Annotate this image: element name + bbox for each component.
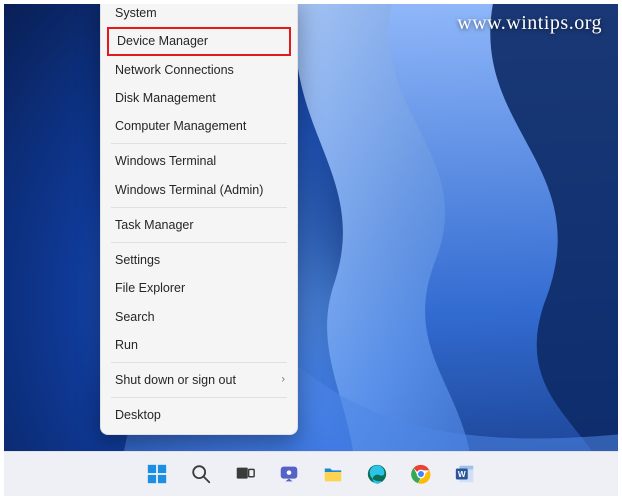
menu-item-settings[interactable]: Settings bbox=[101, 246, 297, 274]
menu-item-label: Shut down or sign out bbox=[115, 373, 236, 387]
chevron-right-icon: › bbox=[281, 373, 285, 387]
svg-text:W: W bbox=[458, 470, 466, 479]
menu-item-windows-terminal-admin[interactable]: Windows Terminal (Admin) bbox=[101, 176, 297, 204]
menu-item-run[interactable]: Run bbox=[101, 331, 297, 359]
menu-item-network-connections[interactable]: Network Connections bbox=[101, 56, 297, 84]
taskview-button[interactable] bbox=[228, 457, 262, 491]
edge-icon bbox=[366, 463, 388, 485]
watermark-text: www.wintips.org bbox=[457, 12, 602, 35]
menu-separator bbox=[111, 397, 287, 398]
file-explorer-button[interactable] bbox=[316, 457, 350, 491]
chrome-button[interactable] bbox=[404, 457, 438, 491]
menu-item-disk-management[interactable]: Disk Management bbox=[101, 84, 297, 112]
search-button[interactable] bbox=[184, 457, 218, 491]
menu-item-task-manager[interactable]: Task Manager bbox=[101, 211, 297, 239]
menu-separator bbox=[111, 207, 287, 208]
search-icon bbox=[190, 463, 212, 485]
start-button[interactable] bbox=[140, 457, 174, 491]
chrome-icon bbox=[410, 463, 432, 485]
menu-separator bbox=[111, 362, 287, 363]
taskview-icon bbox=[234, 463, 256, 485]
chat-icon bbox=[278, 463, 300, 485]
menu-item-desktop[interactable]: Desktop bbox=[101, 401, 297, 429]
word-button[interactable]: W bbox=[448, 457, 482, 491]
menu-separator bbox=[111, 143, 287, 144]
chat-button[interactable] bbox=[272, 457, 306, 491]
menu-item-computer-management[interactable]: Computer Management bbox=[101, 112, 297, 140]
menu-item-windows-terminal[interactable]: Windows Terminal bbox=[101, 147, 297, 175]
menu-item-device-manager[interactable]: Device Manager bbox=[107, 27, 291, 55]
taskbar: W bbox=[4, 451, 618, 496]
windows-icon bbox=[146, 463, 168, 485]
winx-context-menu[interactable]: System Device Manager Network Connection… bbox=[100, 4, 298, 435]
menu-item-file-explorer[interactable]: File Explorer bbox=[101, 274, 297, 302]
edge-button[interactable] bbox=[360, 457, 394, 491]
menu-separator bbox=[111, 242, 287, 243]
menu-item-shutdown[interactable]: Shut down or sign out › bbox=[101, 366, 297, 394]
folder-icon bbox=[322, 463, 344, 485]
menu-item-search[interactable]: Search bbox=[101, 303, 297, 331]
word-icon: W bbox=[454, 463, 476, 485]
wallpaper-swirl bbox=[4, 4, 618, 496]
menu-item-system[interactable]: System bbox=[101, 4, 297, 27]
